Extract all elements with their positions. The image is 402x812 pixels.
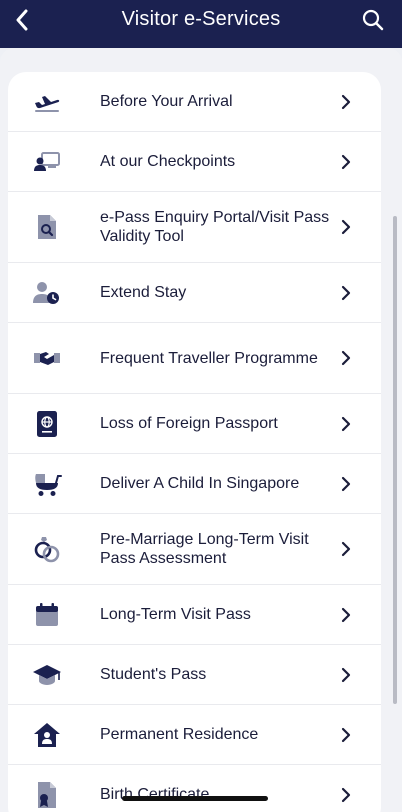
graduation-cap-icon [32, 660, 62, 690]
home-person-icon [32, 720, 62, 750]
list-item-label: Long-Term Visit Pass [100, 606, 251, 623]
list-item-epass-enquiry[interactable]: e-Pass Enquiry Portal/Visit Pass Validit… [8, 192, 381, 263]
list-item-label: At our Checkpoints [100, 153, 236, 170]
handshake-icon [32, 343, 62, 373]
checkpoint-officer-icon [32, 147, 62, 177]
baby-stroller-icon [32, 469, 62, 499]
list-item-students-pass[interactable]: Student's Pass [8, 645, 381, 705]
person-clock-icon [32, 278, 62, 308]
chevron-right-icon [339, 153, 353, 171]
chevron-right-icon [339, 540, 353, 558]
list-item-label: Before Your Arrival [100, 93, 233, 110]
app-header: Visitor e-Services [0, 0, 402, 48]
passport-icon [32, 409, 62, 439]
chevron-right-icon [339, 218, 353, 236]
list-item-before-arrival[interactable]: Before Your Arrival [8, 72, 381, 132]
document-search-icon [32, 212, 62, 242]
chevron-right-icon [339, 606, 353, 624]
list-item-extend-stay[interactable]: Extend Stay [8, 263, 381, 323]
scrollbar[interactable] [393, 216, 397, 704]
list-item-deliver-child[interactable]: Deliver A Child In Singapore [8, 454, 381, 514]
list-item-label: Frequent Traveller Programme [100, 349, 318, 367]
chevron-right-icon [339, 475, 353, 493]
chevron-right-icon [339, 666, 353, 684]
list-item-label: Extend Stay [100, 284, 187, 301]
chevron-right-icon [339, 93, 353, 111]
list-item-pre-marriage[interactable]: Pre-Marriage Long-Term Visit Pass Assess… [8, 514, 381, 585]
chevron-right-icon [339, 349, 353, 367]
calendar-icon [32, 600, 62, 630]
list-item-ltvp[interactable]: Long-Term Visit Pass [8, 585, 381, 645]
list-item-checkpoints[interactable]: At our Checkpoints [8, 132, 381, 192]
list-item-frequent-traveller[interactable]: Frequent Traveller Programme [8, 323, 381, 394]
chevron-right-icon [339, 415, 353, 433]
certificate-icon [32, 780, 62, 810]
chevron-right-icon [339, 726, 353, 744]
search-icon [362, 9, 384, 31]
list-item-label: Permanent Residence [100, 726, 259, 743]
list-item-lost-passport[interactable]: Loss of Foreign Passport [8, 394, 381, 454]
list-item-label: Student's Pass [100, 666, 207, 683]
list-item-label: e-Pass Enquiry Portal/Visit Pass Validit… [100, 209, 330, 245]
list-item-permanent-residence[interactable]: Permanent Residence [8, 705, 381, 765]
airplane-departure-icon [32, 87, 62, 117]
page-title: Visitor e-Services [121, 8, 281, 30]
list-item-label: Loss of Foreign Passport [100, 415, 278, 432]
content-sheet: Before Your Arrival At our Checkpoints e… [0, 48, 402, 812]
chevron-right-icon [339, 786, 353, 804]
list-item-label: Birth Certificate [100, 786, 210, 803]
chevron-right-icon [339, 284, 353, 302]
list-item-label: Deliver A Child In Singapore [100, 475, 300, 492]
rings-icon [32, 534, 62, 564]
list-item-label: Pre-Marriage Long-Term Visit Pass Assess… [100, 531, 309, 567]
home-indicator[interactable] [122, 796, 268, 801]
services-list: Before Your Arrival At our Checkpoints e… [8, 72, 381, 812]
list-item-birth-certificate[interactable]: Birth Certificate [8, 765, 381, 812]
search-button[interactable] [360, 6, 386, 34]
